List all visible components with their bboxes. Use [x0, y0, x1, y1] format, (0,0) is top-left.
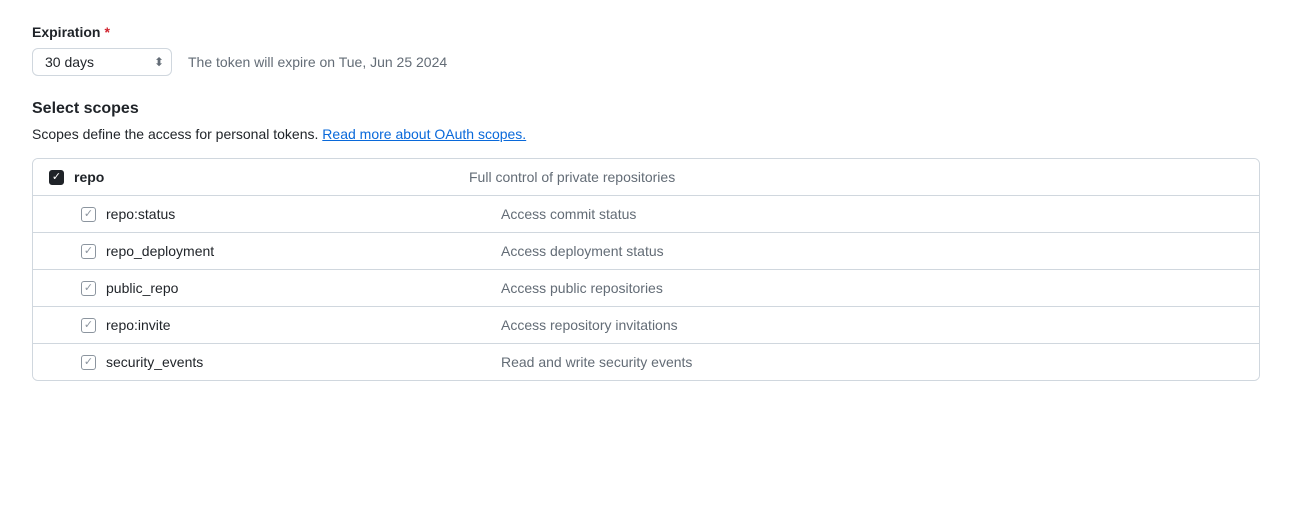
scope-name-repo-deployment: repo_deployment	[106, 243, 214, 259]
checkbox-public-repo[interactable]: ✓	[81, 281, 96, 296]
checkmark-repo-invite: ✓	[84, 320, 93, 331]
scope-left-public-repo: ✓ public_repo	[81, 280, 501, 296]
scope-left-repo-invite: ✓ repo:invite	[81, 317, 501, 333]
checkbox-security-events[interactable]: ✓	[81, 355, 96, 370]
scope-description-public-repo: Access public repositories	[501, 280, 1243, 296]
expiration-label-text: Expiration	[32, 24, 100, 40]
scope-left-repo-deployment: ✓ repo_deployment	[81, 243, 501, 259]
scope-description-repo-deployment: Access deployment status	[501, 243, 1243, 259]
checkmark-public-repo: ✓	[84, 283, 93, 294]
checkmark-repo: ✓	[52, 172, 61, 183]
checkbox-repo-invite[interactable]: ✓	[81, 318, 96, 333]
scope-description-security-events: Read and write security events	[501, 354, 1243, 370]
expiration-row: 7 days 30 days 60 days 90 days Custom No…	[32, 48, 1260, 76]
expiration-hint: The token will expire on Tue, Jun 25 202…	[188, 54, 447, 70]
scope-left-security-events: ✓ security_events	[81, 354, 501, 370]
scope-name-repo: repo	[74, 169, 104, 185]
scope-left-repo-status: ✓ repo:status	[81, 206, 501, 222]
scope-left-repo: ✓ repo	[49, 169, 469, 185]
scopes-description-text: Scopes define the access for personal to…	[32, 126, 318, 142]
scope-row-public-repo: ✓ public_repo Access public repositories	[33, 270, 1259, 307]
oauth-scopes-link[interactable]: Read more about OAuth scopes.	[322, 126, 526, 142]
checkbox-repo[interactable]: ✓	[49, 170, 64, 185]
scope-row-repo-status: ✓ repo:status Access commit status	[33, 196, 1259, 233]
scopes-description: Scopes define the access for personal to…	[32, 126, 1260, 142]
expiration-section: Expiration * 7 days 30 days 60 days 90 d…	[32, 24, 1260, 76]
scope-row-repo-deployment: ✓ repo_deployment Access deployment stat…	[33, 233, 1259, 270]
scope-name-public-repo: public_repo	[106, 280, 178, 296]
scope-description-repo-invite: Access repository invitations	[501, 317, 1243, 333]
scope-name-repo-invite: repo:invite	[106, 317, 171, 333]
required-indicator: *	[104, 24, 109, 40]
scope-name-security-events: security_events	[106, 354, 203, 370]
checkmark-security-events: ✓	[84, 357, 93, 368]
expiration-label: Expiration *	[32, 24, 1260, 40]
checkbox-repo-status[interactable]: ✓	[81, 207, 96, 222]
scope-description-repo: Full control of private repositories	[469, 169, 1243, 185]
scopes-title: Select scopes	[32, 100, 1260, 118]
expiration-select[interactable]: 7 days 30 days 60 days 90 days Custom No…	[32, 48, 172, 76]
scope-description-repo-status: Access commit status	[501, 206, 1243, 222]
scope-row-repo-invite: ✓ repo:invite Access repository invitati…	[33, 307, 1259, 344]
scope-row-security-events: ✓ security_events Read and write securit…	[33, 344, 1259, 380]
scopes-table: ✓ repo Full control of private repositor…	[32, 158, 1260, 381]
checkbox-repo-deployment[interactable]: ✓	[81, 244, 96, 259]
expiration-select-wrapper: 7 days 30 days 60 days 90 days Custom No…	[32, 48, 172, 76]
scopes-section: Select scopes Scopes define the access f…	[32, 100, 1260, 381]
checkmark-repo-status: ✓	[84, 209, 93, 220]
scope-row-repo: ✓ repo Full control of private repositor…	[33, 159, 1259, 196]
checkmark-repo-deployment: ✓	[84, 246, 93, 257]
scope-name-repo-status: repo:status	[106, 206, 175, 222]
